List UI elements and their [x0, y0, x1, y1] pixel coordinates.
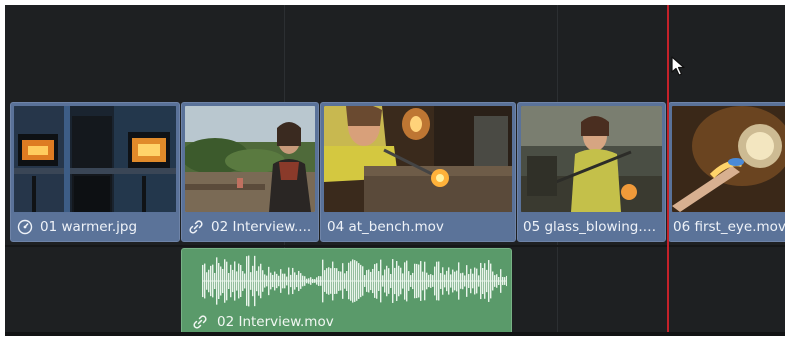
clip-name: 02 Interview....: [211, 219, 312, 235]
clip-thumbnail: [185, 106, 315, 212]
clip-label: 01 warmer.jpg: [11, 213, 179, 241]
clip-thumbnail: [14, 106, 176, 212]
video-clip-first-eye[interactable]: 06 first_eye.mov: [668, 102, 785, 242]
video-clip-interview[interactable]: 02 Interview....: [181, 102, 319, 242]
clip-label: 02 Interview....: [182, 213, 318, 241]
playhead[interactable]: [667, 5, 669, 336]
audio-waveform: [202, 255, 507, 307]
clip-thumbnail: [324, 106, 512, 212]
timeline-bottom-edge: [5, 332, 785, 336]
clip-label: 06 first_eye.mov: [669, 213, 785, 241]
link-icon: [189, 220, 203, 234]
clip-name: 06 first_eye.mov: [673, 219, 785, 235]
clip-name: 01 warmer.jpg: [40, 219, 138, 235]
speedometer-icon: [17, 219, 33, 235]
clip-name: 05 glass_blowing.m...: [523, 219, 665, 235]
clip-label: 05 glass_blowing.m...: [518, 213, 665, 241]
video-clip-glass-blowing[interactable]: 05 glass_blowing.m...: [517, 102, 666, 242]
video-clip-at-bench[interactable]: 04 at_bench.mov: [320, 102, 516, 242]
clip-label: 04 at_bench.mov: [321, 213, 515, 241]
link-icon: [193, 315, 207, 329]
timeline-panel[interactable]: 01 warmer.jpg 02 Interview.... 04 at_ben…: [5, 5, 785, 336]
audio-clip-interview[interactable]: 02 Interview.mov: [181, 248, 512, 336]
clip-thumbnail: [521, 106, 662, 212]
mouse-cursor-icon: [671, 56, 685, 76]
clip-name: 04 at_bench.mov: [327, 219, 444, 235]
video-clip-warmer[interactable]: 01 warmer.jpg: [10, 102, 180, 242]
clip-thumbnail: [672, 106, 785, 212]
audio-clip-name: 02 Interview.mov: [217, 314, 334, 330]
